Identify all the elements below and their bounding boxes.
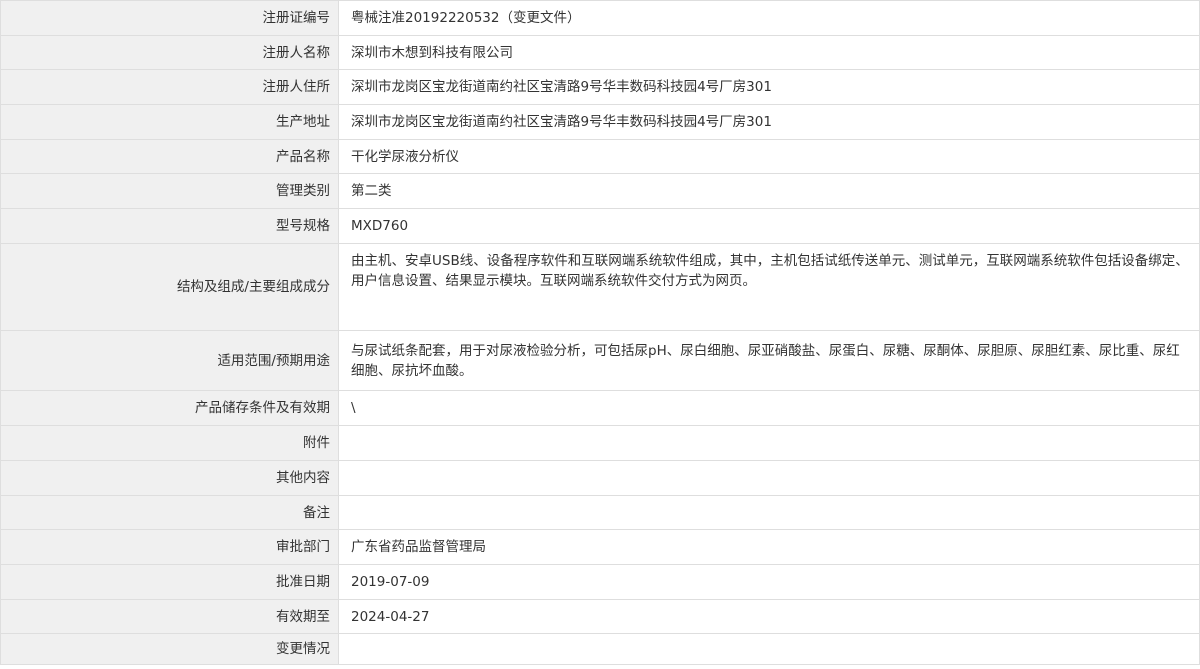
row-value: 深圳市龙岗区宝龙街道南约社区宝清路9号华丰数码科技园4号厂房301 [338, 104, 1200, 140]
table-row: 生产地址 深圳市龙岗区宝龙街道南约社区宝清路9号华丰数码科技园4号厂房301 [0, 104, 1200, 140]
row-label: 其他内容 [0, 460, 339, 496]
row-value: 2019-07-09 [338, 564, 1200, 600]
row-label: 产品名称 [0, 139, 339, 174]
row-value: 2024-04-27 [338, 599, 1200, 634]
table-row: 有效期至 2024-04-27 [0, 599, 1200, 634]
table-row: 注册人住所 深圳市龙岗区宝龙街道南约社区宝清路9号华丰数码科技园4号厂房301 [0, 69, 1200, 105]
table-row: 附件 [0, 425, 1200, 461]
row-label: 产品储存条件及有效期 [0, 390, 339, 426]
row-value: 第二类 [338, 173, 1200, 209]
table-row: 适用范围/预期用途 与尿试纸条配套，用于对尿液检验分析，可包括尿pH、尿白细胞、… [0, 330, 1200, 391]
row-label: 型号规格 [0, 208, 339, 244]
row-label: 注册人住所 [0, 69, 339, 105]
row-label: 有效期至 [0, 599, 339, 634]
row-value: 与尿试纸条配套，用于对尿液检验分析，可包括尿pH、尿白细胞、尿亚硝酸盐、尿蛋白、… [338, 330, 1200, 391]
row-value: 广东省药品监督管理局 [338, 529, 1200, 565]
row-value: 由主机、安卓USB线、设备程序软件和互联网端系统软件组成，其中，主机包括试纸传送… [338, 243, 1200, 331]
row-value [338, 425, 1200, 461]
row-value [338, 495, 1200, 530]
row-label: 管理类别 [0, 173, 339, 209]
table-row: 其他内容 [0, 460, 1200, 496]
registration-record-table: 注册证编号 粤械注准20192220532（变更文件） 注册人名称 深圳市木想到… [0, 0, 1200, 665]
table-row: 审批部门 广东省药品监督管理局 [0, 529, 1200, 565]
row-label: 生产地址 [0, 104, 339, 140]
row-value: 粤械注准20192220532（变更文件） [338, 0, 1200, 36]
row-value: \ [338, 390, 1200, 426]
row-label: 结构及组成/主要组成成分 [0, 243, 339, 331]
table-row: 注册人名称 深圳市木想到科技有限公司 [0, 35, 1200, 70]
table-row: 产品储存条件及有效期 \ [0, 390, 1200, 426]
row-value: 深圳市龙岗区宝龙街道南约社区宝清路9号华丰数码科技园4号厂房301 [338, 69, 1200, 105]
table-row: 型号规格 MXD760 [0, 208, 1200, 244]
table-row: 变更情况 [0, 633, 1200, 665]
row-label: 审批部门 [0, 529, 339, 565]
row-label: 批准日期 [0, 564, 339, 600]
table-row: 结构及组成/主要组成成分 由主机、安卓USB线、设备程序软件和互联网端系统软件组… [0, 243, 1200, 331]
row-label: 附件 [0, 425, 339, 461]
row-label: 注册证编号 [0, 0, 339, 36]
table-row: 产品名称 干化学尿液分析仪 [0, 139, 1200, 174]
row-value: MXD760 [338, 208, 1200, 244]
row-label: 备注 [0, 495, 339, 530]
row-label: 变更情况 [0, 633, 339, 665]
row-value: 干化学尿液分析仪 [338, 139, 1200, 174]
table-row: 批准日期 2019-07-09 [0, 564, 1200, 600]
row-value [338, 633, 1200, 665]
row-value [338, 460, 1200, 496]
table-row: 备注 [0, 495, 1200, 530]
table-row: 管理类别 第二类 [0, 173, 1200, 209]
row-value: 深圳市木想到科技有限公司 [338, 35, 1200, 70]
row-label: 适用范围/预期用途 [0, 330, 339, 391]
row-label: 注册人名称 [0, 35, 339, 70]
table-row: 注册证编号 粤械注准20192220532（变更文件） [0, 0, 1200, 36]
